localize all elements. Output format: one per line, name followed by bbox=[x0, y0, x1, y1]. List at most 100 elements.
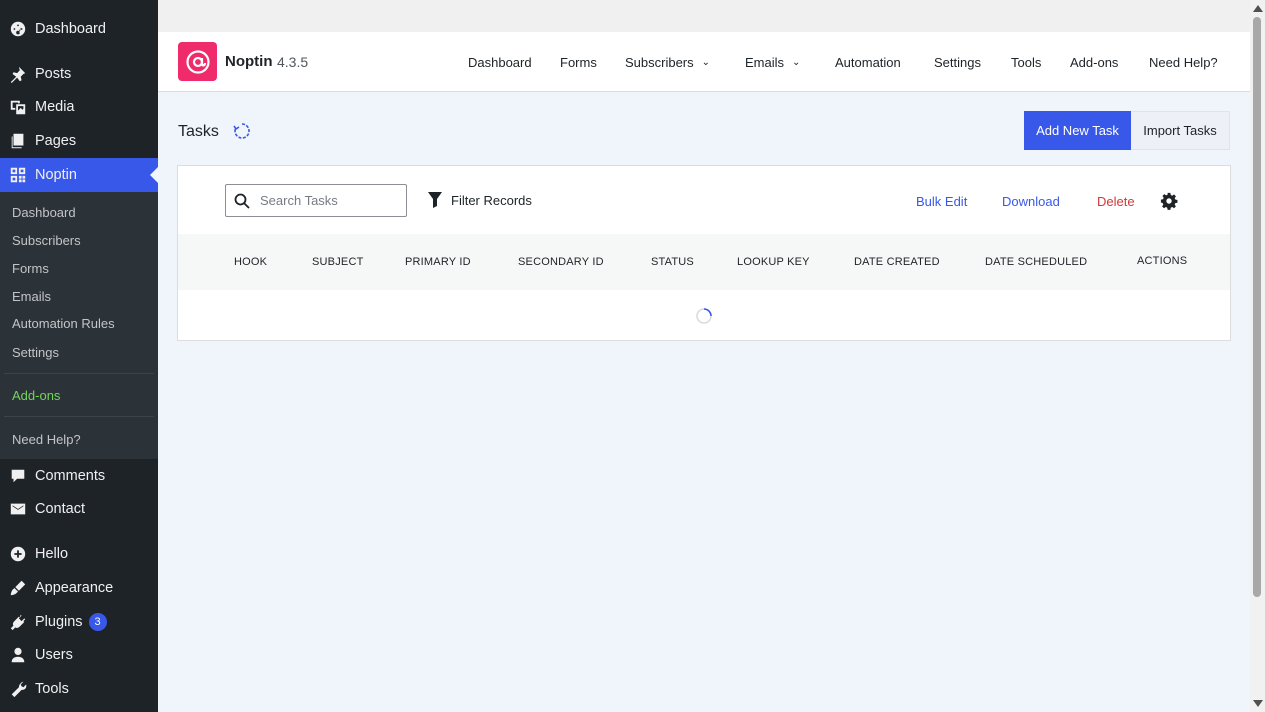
submenu-emails[interactable]: Emails bbox=[12, 289, 51, 304]
menu-noptin[interactable]: Noptin bbox=[0, 158, 158, 192]
nav-forms[interactable]: Forms bbox=[560, 55, 597, 70]
submenu-addons[interactable]: Add-ons bbox=[12, 388, 60, 403]
nav-emails[interactable]: Emails ⌄ bbox=[745, 55, 800, 70]
plus-circle-icon bbox=[8, 544, 28, 564]
user-icon bbox=[8, 645, 28, 665]
column-date-created[interactable]: DATE CREATED bbox=[854, 256, 940, 268]
submenu-settings[interactable]: Settings bbox=[12, 345, 59, 360]
column-actions: ACTIONS bbox=[1137, 255, 1188, 267]
menu-tools[interactable]: Tools bbox=[0, 672, 158, 706]
column-lookup-key[interactable]: LOOKUP KEY bbox=[737, 256, 810, 268]
nav-dashboard-label: Dashboard bbox=[468, 55, 532, 70]
column-subject[interactable]: SUBJECT bbox=[312, 256, 364, 268]
submenu-need-help[interactable]: Need Help? bbox=[12, 432, 81, 447]
menu-posts[interactable]: Posts bbox=[0, 57, 158, 91]
column-date-scheduled[interactable]: DATE SCHEDULED bbox=[985, 256, 1087, 268]
pin-icon bbox=[8, 64, 28, 84]
at-sign-icon bbox=[185, 49, 210, 74]
menu-comments[interactable]: Comments bbox=[0, 459, 158, 493]
table-header: HOOK SUBJECT PRIMARY ID SECONDARY ID STA… bbox=[178, 234, 1230, 290]
comment-icon bbox=[8, 466, 28, 486]
menu-posts-label: Posts bbox=[35, 66, 72, 82]
noptin-header: Noptin 4.3.5 Dashboard Forms Subscribers… bbox=[158, 32, 1250, 92]
noptin-submenu: Dashboard Subscribers Forms Emails Autom… bbox=[0, 192, 158, 459]
search-icon bbox=[234, 193, 250, 209]
menu-pages-label: Pages bbox=[35, 133, 77, 149]
menu-media[interactable]: Media bbox=[0, 90, 158, 124]
filter-records-label: Filter Records bbox=[451, 192, 532, 208]
search-box[interactable] bbox=[225, 184, 407, 217]
submenu-divider bbox=[4, 373, 154, 374]
menu-tools-label: Tools bbox=[35, 681, 69, 697]
menu-dashboard-label: Dashboard bbox=[35, 21, 106, 37]
nav-settings[interactable]: Settings bbox=[934, 55, 981, 70]
column-hook[interactable]: HOOK bbox=[234, 256, 267, 268]
nav-addons[interactable]: Add-ons bbox=[1070, 55, 1118, 70]
nav-emails-label: Emails bbox=[745, 55, 785, 70]
pages-icon bbox=[8, 131, 28, 151]
media-icon bbox=[8, 97, 28, 117]
admin-bar-area bbox=[158, 0, 1250, 32]
mail-icon bbox=[8, 499, 28, 519]
menu-plugins[interactable]: Plugins 3 bbox=[0, 605, 158, 639]
refresh-icon[interactable] bbox=[232, 121, 252, 141]
submenu-divider bbox=[4, 416, 154, 417]
import-tasks-button[interactable]: Import Tasks bbox=[1131, 111, 1230, 150]
main-content: Noptin 4.3.5 Dashboard Forms Subscribers… bbox=[158, 0, 1250, 712]
search-input[interactable] bbox=[258, 192, 402, 209]
menu-media-label: Media bbox=[35, 99, 75, 115]
nav-automation-label: Automation bbox=[835, 55, 901, 70]
nav-need-help[interactable]: Need Help? bbox=[1149, 55, 1218, 70]
menu-contact[interactable]: Contact bbox=[0, 492, 158, 526]
nav-addons-label: Add-ons bbox=[1070, 55, 1119, 70]
nav-subscribers-label: Subscribers bbox=[625, 55, 694, 70]
menu-appearance[interactable]: Appearance bbox=[0, 571, 158, 605]
nav-need-help-label: Need Help? bbox=[1149, 55, 1218, 70]
page-title: Tasks bbox=[178, 123, 219, 140]
nav-dashboard[interactable]: Dashboard bbox=[468, 55, 532, 70]
nav-subscribers[interactable]: Subscribers ⌄ bbox=[625, 55, 710, 70]
submenu-subscribers[interactable]: Subscribers bbox=[12, 233, 81, 248]
menu-pages[interactable]: Pages bbox=[0, 124, 158, 158]
page-scrollbar[interactable] bbox=[1250, 0, 1265, 712]
scroll-up-arrow-icon[interactable] bbox=[1253, 5, 1263, 12]
nav-tools-label: Tools bbox=[1011, 55, 1042, 70]
scroll-down-arrow-icon[interactable] bbox=[1253, 700, 1263, 707]
plugin-icon bbox=[8, 612, 28, 632]
menu-users[interactable]: Users bbox=[0, 638, 158, 672]
scroll-thumb[interactable] bbox=[1253, 17, 1261, 597]
plugins-update-badge: 3 bbox=[88, 613, 107, 631]
noptin-logo[interactable] bbox=[178, 42, 217, 81]
nav-tools[interactable]: Tools bbox=[1011, 55, 1041, 70]
submenu-dashboard[interactable]: Dashboard bbox=[12, 205, 76, 220]
menu-plugins-label: Plugins bbox=[35, 614, 83, 630]
column-status[interactable]: STATUS bbox=[651, 256, 694, 268]
filter-records-button[interactable]: Filter Records bbox=[428, 192, 532, 208]
menu-dashboard[interactable]: Dashboard bbox=[0, 12, 158, 46]
delete-link[interactable]: Delete bbox=[1097, 194, 1135, 209]
menu-hello-label: Hello bbox=[35, 546, 69, 562]
bulk-edit-link[interactable]: Bulk Edit bbox=[916, 194, 967, 209]
menu-users-label: Users bbox=[35, 647, 73, 663]
filter-icon bbox=[428, 192, 442, 208]
nav-settings-label: Settings bbox=[934, 55, 981, 70]
nav-automation[interactable]: Automation bbox=[835, 55, 901, 70]
column-primary-id[interactable]: PRIMARY ID bbox=[405, 256, 471, 268]
loading-spinner-icon bbox=[696, 308, 712, 324]
grid-icon bbox=[8, 165, 28, 185]
gear-icon[interactable] bbox=[1160, 192, 1178, 210]
menu-comments-label: Comments bbox=[35, 468, 106, 484]
menu-hello[interactable]: Hello bbox=[0, 537, 158, 571]
nav-forms-label: Forms bbox=[560, 55, 597, 70]
menu-appearance-label: Appearance bbox=[35, 580, 114, 596]
add-new-task-button[interactable]: Add New Task bbox=[1024, 111, 1131, 150]
column-secondary-id[interactable]: SECONDARY ID bbox=[518, 256, 604, 268]
chevron-down-icon: ⌄ bbox=[701, 57, 711, 68]
menu-noptin-label: Noptin bbox=[35, 167, 77, 183]
chevron-down-icon: ⌄ bbox=[792, 57, 801, 68]
submenu-automation-rules[interactable]: Automation Rules bbox=[12, 316, 115, 331]
admin-sidebar: Dashboard Posts Media Pages Noptin Dashb… bbox=[0, 0, 158, 712]
wrench-icon bbox=[8, 679, 28, 699]
download-link[interactable]: Download bbox=[1002, 194, 1060, 209]
submenu-forms[interactable]: Forms bbox=[12, 261, 49, 276]
